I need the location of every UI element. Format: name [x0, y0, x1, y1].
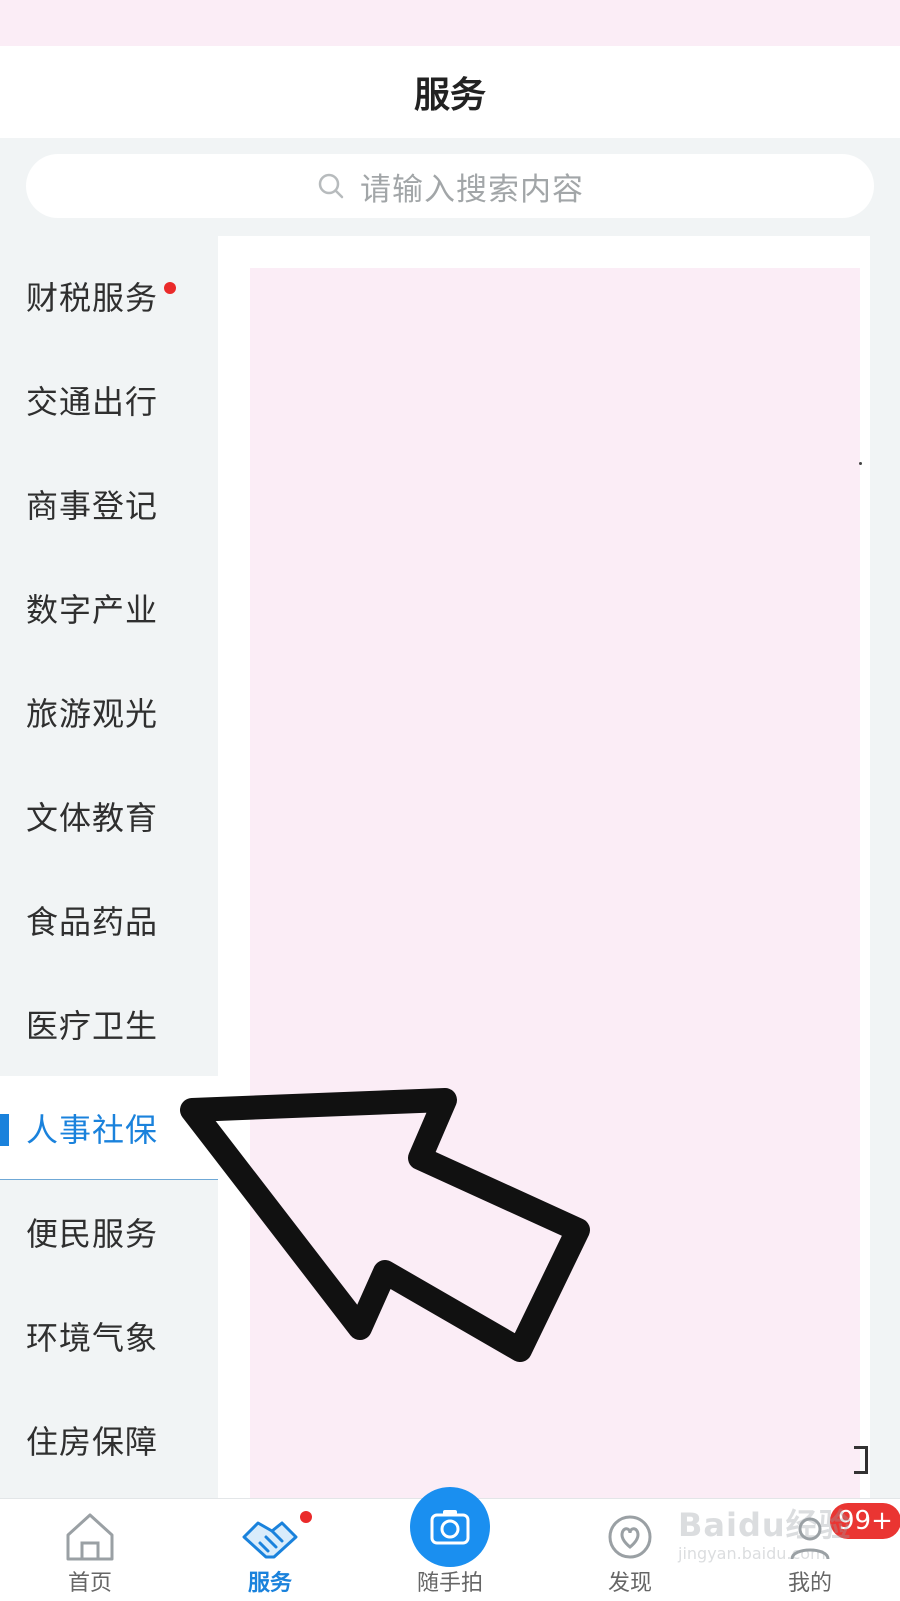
sidebar-item-label: 食品药品	[26, 903, 159, 941]
sidebar-item-label: 交通出行	[26, 383, 159, 421]
camera-icon	[430, 1510, 470, 1545]
search-area: 请输入搜索内容	[0, 138, 900, 234]
sidebar-item-yiliao[interactable]: 医疗卫生	[0, 972, 218, 1076]
camera-button[interactable]	[410, 1487, 490, 1567]
tab-service[interactable]: 服务	[180, 1499, 360, 1601]
sidebar-item-label: 人事社保	[26, 1110, 159, 1149]
tab-discover[interactable]: 发现	[540, 1499, 720, 1601]
page-title: 服务	[413, 75, 486, 116]
sidebar-item-wenti[interactable]: 文体教育	[0, 764, 218, 868]
sidebar-item-label: 商事登记	[26, 487, 159, 525]
tab-label: 随手拍	[416, 1571, 483, 1596]
sidebar-item-label: 旅游观光	[26, 695, 159, 733]
edge-glyph	[854, 1446, 868, 1474]
sidebar-item-label: 财税服务	[26, 279, 159, 317]
search-icon	[318, 173, 344, 199]
tab-label: 我的	[787, 1571, 832, 1596]
sidebar-item-shuzi[interactable]: 数字产业	[0, 556, 218, 660]
notification-dot	[164, 282, 176, 294]
sidebar-item-caishui[interactable]: 财税服务	[0, 244, 218, 348]
discover-icon	[608, 1515, 652, 1559]
status-bar	[0, 0, 900, 46]
search-placeholder: 请输入搜索内容	[360, 171, 584, 208]
annotation-arrow-icon	[180, 1088, 590, 1362]
sidebar-item-shipin[interactable]: 食品药品	[0, 868, 218, 972]
sidebar-item-label: 医疗卫生	[26, 1007, 159, 1045]
tab-label: 发现	[607, 1571, 652, 1596]
sidebar-item-jiaotong[interactable]: 交通出行	[0, 348, 218, 452]
sidebar-item-lvyou[interactable]: 旅游观光	[0, 660, 218, 764]
sidebar-item-label: 便民服务	[26, 1215, 159, 1253]
sidebar-item-label: 环境气象	[26, 1319, 159, 1357]
sidebar-item-label: 住房保障	[26, 1423, 159, 1461]
notification-badge: 99+	[830, 1503, 900, 1539]
notification-dot	[300, 1511, 312, 1523]
sidebar-item-label: 文体教育	[26, 799, 159, 837]
bottom-tabbar: 首页 服务 随手拍 发现 99+ 我的	[0, 1487, 900, 1601]
home-icon	[66, 1513, 114, 1561]
sidebar-item-label: 数字产业	[26, 591, 159, 629]
handshake-icon	[242, 1521, 298, 1559]
tab-mine[interactable]: 99+ 我的	[720, 1499, 900, 1601]
sidebar-item-shangshi[interactable]: 商事登记	[0, 452, 218, 556]
tab-label: 首页	[67, 1571, 112, 1596]
edge-mark	[859, 462, 862, 465]
tab-label: 服务	[247, 1571, 292, 1596]
page-header: 服务	[0, 46, 900, 138]
search-input[interactable]: 请输入搜索内容	[26, 154, 874, 218]
tab-home[interactable]: 首页	[0, 1499, 180, 1601]
tab-snapshot[interactable]: 随手拍	[360, 1487, 540, 1601]
